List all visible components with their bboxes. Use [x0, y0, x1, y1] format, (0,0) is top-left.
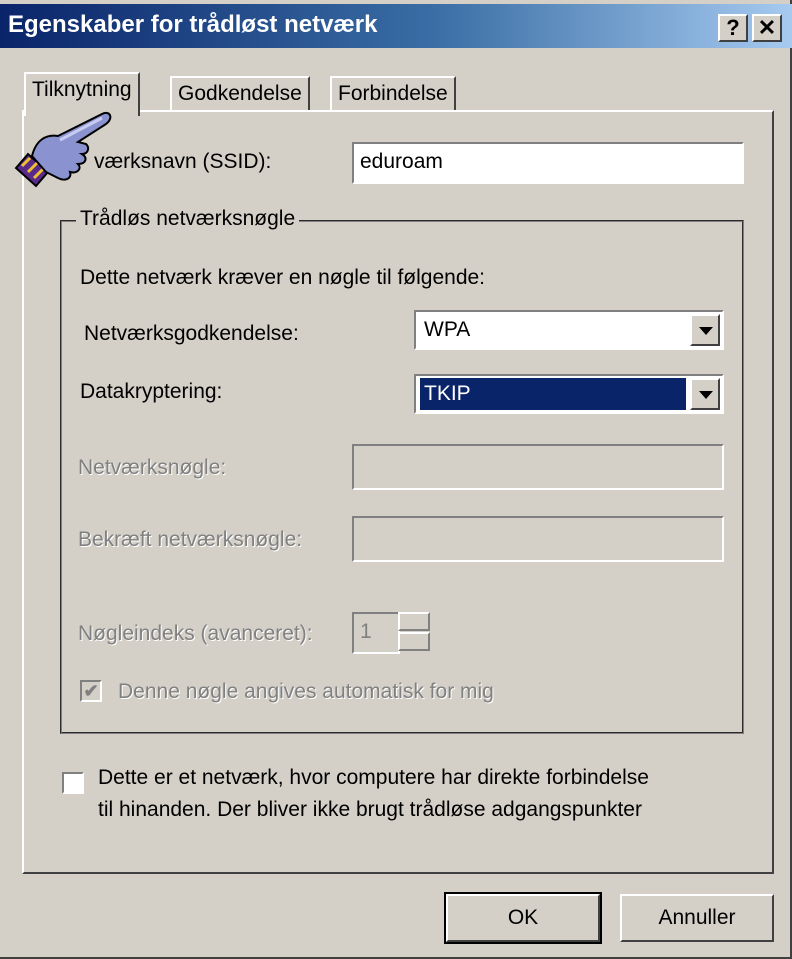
- network-key-input[interactable]: [352, 444, 724, 490]
- properties-dialog: Egenskaber for trådløst netværk ? ✕ Tilk…: [0, 0, 792, 959]
- key-index-input[interactable]: 1: [352, 612, 400, 654]
- checkmark-icon[interactable]: ✔: [80, 680, 102, 702]
- auto-key-label: Denne nøgle angives automatisk for mig: [118, 680, 494, 703]
- wireless-key-group-title: Trådløs netværksnøgle: [76, 207, 300, 231]
- key-index-label: Nøgleindeks (avanceret):: [78, 622, 313, 645]
- chevron-down-icon[interactable]: [690, 314, 720, 346]
- spin-up-button[interactable]: [398, 612, 430, 631]
- auth-select-value: WPA: [424, 318, 471, 341]
- key-required-text: Dette netværk kræver en nøgle til følgen…: [80, 266, 486, 289]
- encryption-select[interactable]: TKIP: [414, 374, 724, 414]
- network-key-label: Netværksnøgle:: [78, 456, 227, 479]
- auth-select[interactable]: WPA: [414, 310, 724, 350]
- cancel-button[interactable]: Annuller: [620, 894, 774, 942]
- adhoc-text-line1: Dette er et netværk, hvor computere har …: [98, 766, 649, 789]
- auth-label: Netværksgodkendelse:: [84, 322, 299, 345]
- adhoc-text-line2: til hinanden. Der bliver ikke brugt tråd…: [98, 798, 642, 821]
- adhoc-checkbox[interactable]: [62, 772, 84, 794]
- confirm-key-input[interactable]: [352, 516, 724, 562]
- ssid-input[interactable]: eduroam: [352, 142, 744, 184]
- key-index-spinner[interactable]: [398, 612, 432, 652]
- hand-pointer-icon: [14, 112, 112, 188]
- ok-button[interactable]: OK: [444, 892, 602, 944]
- ssid-value: eduroam: [360, 150, 443, 173]
- ssid-label: værksnavn (SSID):: [94, 150, 272, 173]
- encryption-label: Datakryptering:: [80, 380, 223, 403]
- spin-down-button[interactable]: [398, 632, 430, 651]
- encryption-select-value: TKIP: [420, 378, 686, 410]
- chevron-down-icon[interactable]: [690, 378, 720, 410]
- key-index-value: 1: [360, 620, 372, 643]
- confirm-key-label: Bekræft netværksnøgle:: [78, 528, 303, 551]
